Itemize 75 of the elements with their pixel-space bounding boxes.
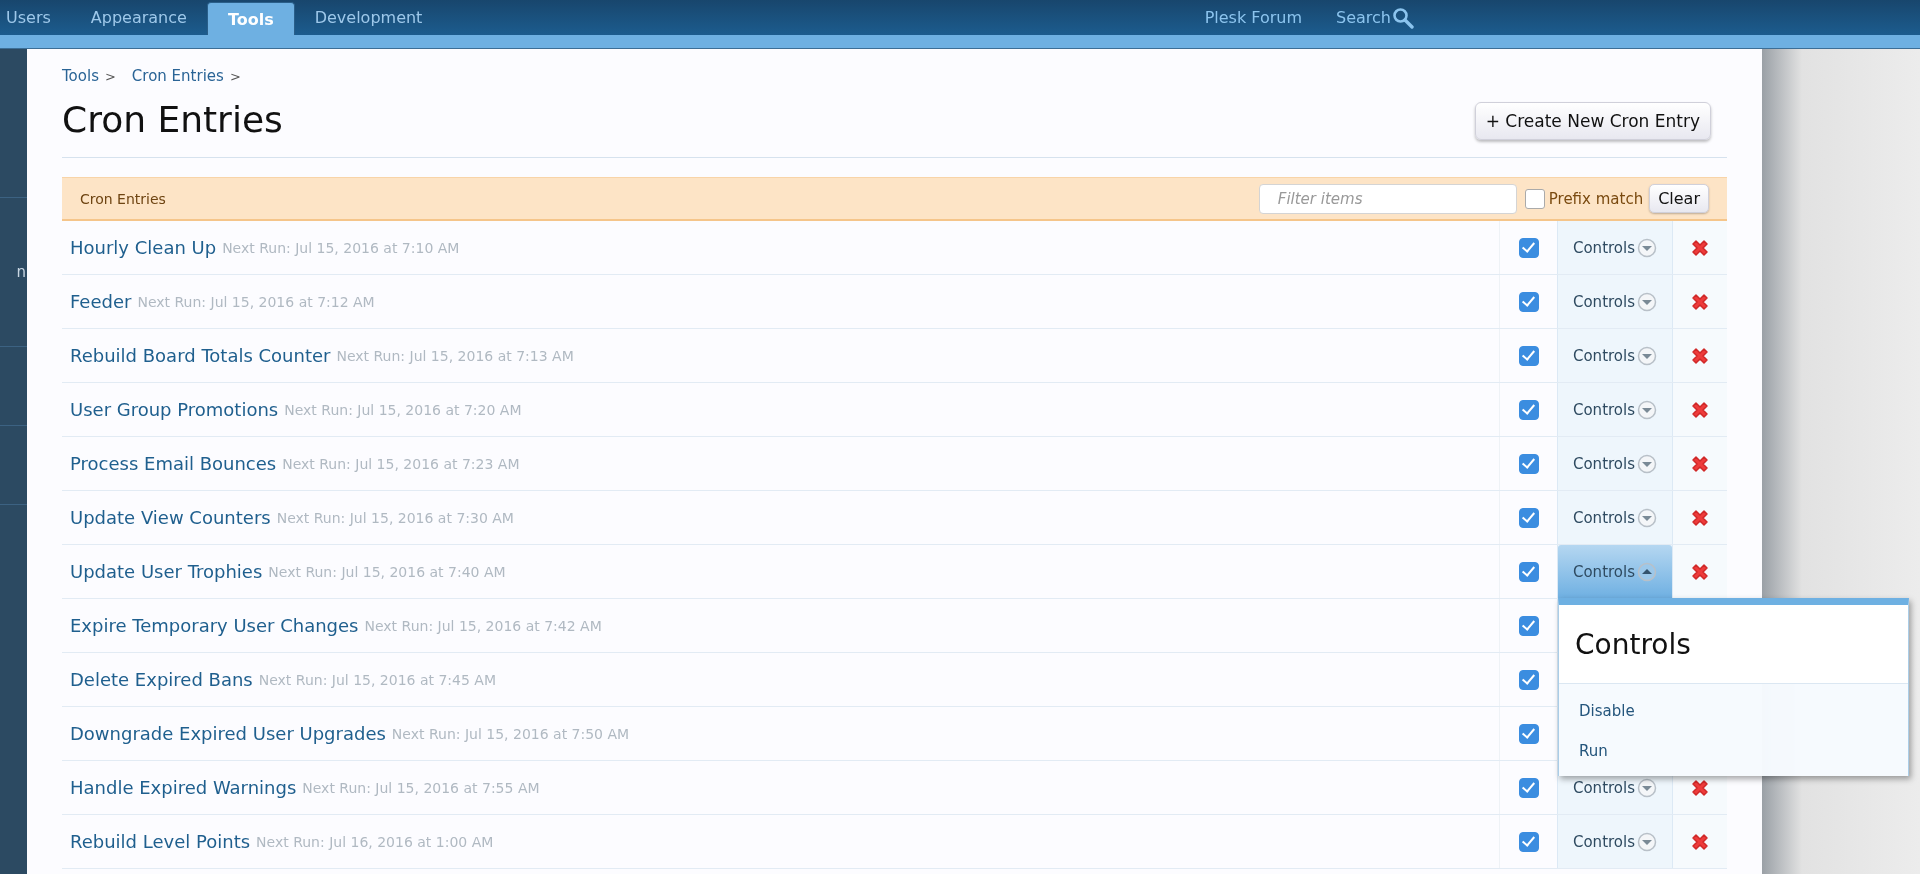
enable-checkbox[interactable] xyxy=(1518,237,1539,258)
controls-button[interactable]: Controls xyxy=(1558,275,1672,328)
enable-checkbox[interactable] xyxy=(1518,453,1539,474)
menu-title: Controls xyxy=(1575,627,1691,661)
nav-tab[interactable]: Appearance xyxy=(70,0,207,35)
controls-button[interactable]: Controls xyxy=(1558,815,1672,868)
cron-entry-link[interactable]: Downgrade Expired User Upgrades xyxy=(70,723,386,744)
search-link[interactable]: Search xyxy=(1336,6,1414,29)
clear-button[interactable]: Clear xyxy=(1649,184,1709,213)
cron-entry-link[interactable]: Rebuild Board Totals Counter xyxy=(70,345,331,366)
caret-icon xyxy=(1637,399,1657,420)
cron-entry-link[interactable]: Update View Counters xyxy=(70,507,271,528)
controls-button[interactable]: Controls xyxy=(1558,761,1672,814)
section-title: Cron Entries xyxy=(80,190,166,207)
caret-icon xyxy=(1637,345,1657,366)
next-run-text: Next Run: Jul 15, 2016 at 7:42 AM xyxy=(364,617,602,634)
menu-item[interactable]: Disable xyxy=(1579,702,1908,720)
search-icon xyxy=(1392,6,1414,29)
caret-icon xyxy=(1637,777,1657,798)
caret-icon xyxy=(1637,291,1657,312)
prefix-checkbox[interactable] xyxy=(1524,188,1545,209)
cron-entry-link[interactable]: Process Email Bounces xyxy=(70,453,277,474)
controls-button[interactable]: Controls xyxy=(1558,545,1672,598)
breadcrumb-link[interactable]: Tools xyxy=(62,67,99,85)
nav-link[interactable]: Plesk Forum xyxy=(1204,8,1303,27)
enable-checkbox[interactable] xyxy=(1518,291,1539,312)
breadcrumb-separator: > xyxy=(104,68,116,84)
breadcrumb-separator: > xyxy=(229,68,241,84)
enable-checkbox[interactable] xyxy=(1518,507,1539,528)
cron-entry-link[interactable]: Update User Trophies xyxy=(70,561,263,582)
enable-checkbox[interactable] xyxy=(1518,669,1539,690)
sidebar-item[interactable]: n xyxy=(16,263,26,281)
enable-checkbox[interactable] xyxy=(1518,345,1539,366)
enable-checkbox[interactable] xyxy=(1518,777,1539,798)
cron-entry-link[interactable]: Hourly Clean Up xyxy=(70,237,217,258)
next-run-text: Next Run: Jul 15, 2016 at 7:30 AM xyxy=(276,509,514,526)
filter-field[interactable]: Filter items xyxy=(1258,183,1517,214)
enable-checkbox[interactable] xyxy=(1518,561,1539,582)
caret-icon xyxy=(1637,453,1657,474)
controls-button[interactable]: Controls xyxy=(1558,437,1672,490)
cron-entry-link[interactable]: Feeder xyxy=(70,291,132,312)
caret-icon xyxy=(1637,831,1657,852)
enable-checkbox[interactable] xyxy=(1518,723,1539,744)
controls-button[interactable]: Controls xyxy=(1558,329,1672,382)
next-run-text: Next Run: Jul 15, 2016 at 7:45 AM xyxy=(258,671,496,688)
cron-entry-link[interactable]: Expire Temporary User Changes xyxy=(70,615,359,636)
next-run-text: Next Run: Jul 15, 2016 at 7:13 AM xyxy=(336,347,574,364)
next-run-text: Next Run: Jul 15, 2016 at 7:40 AM xyxy=(268,563,506,580)
nav-tab[interactable]: Users xyxy=(6,0,71,35)
controls-button[interactable]: Controls xyxy=(1558,491,1672,544)
next-run-text: Next Run: Jul 15, 2016 at 7:50 AM xyxy=(391,725,630,742)
caret-icon xyxy=(1637,237,1657,258)
cron-entry-link[interactable]: User Group Promotions xyxy=(70,399,279,420)
next-run-text: Next Run: Jul 15, 2016 at 7:12 AM xyxy=(137,293,375,310)
next-run-text: Next Run: Jul 15, 2016 at 7:20 AM xyxy=(284,401,522,418)
cron-entry-link[interactable]: Rebuild Level Points xyxy=(70,831,251,852)
breadcrumb-link[interactable]: Cron Entries xyxy=(131,67,224,85)
checkbox-label: Prefix match xyxy=(1548,189,1644,208)
controls-button[interactable]: Controls xyxy=(1558,383,1672,436)
next-run-text: Next Run: Jul 15, 2016 at 7:23 AM xyxy=(282,455,520,472)
next-run-text: Next Run: Jul 16, 2016 at 1:00 AM xyxy=(256,833,494,850)
caret-icon xyxy=(1637,507,1657,528)
nav-tab[interactable]: Development xyxy=(294,0,443,35)
enable-checkbox[interactable] xyxy=(1518,399,1539,420)
page-title: Cron Entries xyxy=(62,98,283,142)
controls-button[interactable]: Controls xyxy=(1558,221,1672,274)
cron-entry-link[interactable]: Delete Expired Bans xyxy=(70,669,253,690)
next-run-text: Next Run: Jul 15, 2016 at 7:55 AM xyxy=(302,779,540,796)
cron-entry-link[interactable]: Handle Expired Warnings xyxy=(70,777,297,798)
next-run-text: Next Run: Jul 15, 2016 at 7:10 AM xyxy=(222,239,460,256)
enable-checkbox[interactable] xyxy=(1518,615,1539,636)
menu-item[interactable]: Run xyxy=(1579,742,1908,760)
enable-checkbox[interactable] xyxy=(1518,831,1539,852)
create-button[interactable]: + Create New Cron Entry xyxy=(1474,102,1711,140)
caret-icon xyxy=(1637,561,1657,582)
